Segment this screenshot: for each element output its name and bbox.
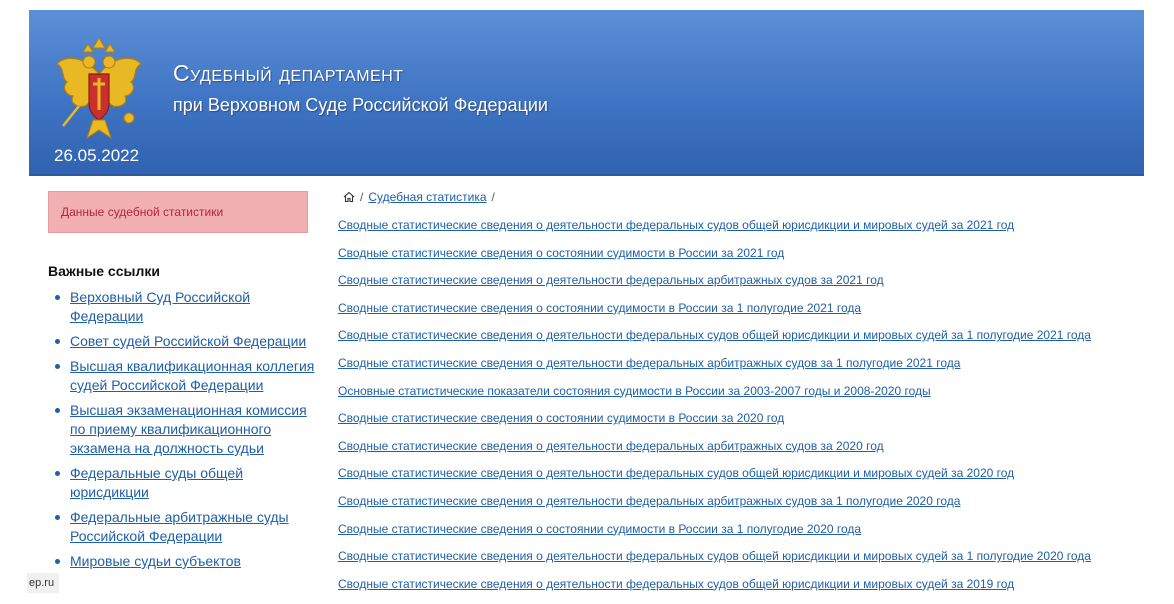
document-link[interactable]: Сводные статистические сведения о деятел… [338,549,1091,563]
link-supreme-court[interactable]: Верховный Суд Российской Федерации [70,289,250,324]
document-link[interactable]: Сводные статистические сведения о деятел… [338,466,1014,480]
breadcrumb: / Судебная статистика / [343,190,500,204]
document-link[interactable]: Сводные статистические сведения о деятел… [338,273,884,287]
coat-of-arms-icon[interactable] [53,34,145,144]
breadcrumb-separator: / [491,190,495,204]
list-item: Сводные статистические сведения о деятел… [338,439,1091,467]
list-item: Сводные статистические сведения о состоя… [338,522,1091,550]
list-item: Основные статистические показатели состо… [338,384,1091,412]
site-subtitle[interactable]: при Верховном Суде Российской Федерации [173,95,548,116]
list-item: Высшая экзаменационная комиссия по прием… [48,401,318,458]
site-header: 26.05.2022 Судебный департамент при Верх… [29,10,1144,176]
current-date: 26.05.2022 [54,146,140,165]
list-item: Сводные статистические сведения о деятел… [338,218,1091,246]
link-exam-commission[interactable]: Высшая экзаменационная комиссия по прием… [70,402,307,456]
home-icon[interactable] [343,191,355,203]
document-link[interactable]: Основные статистические показатели состо… [338,384,931,398]
link-council-of-judges[interactable]: Совет судей Российской Федерации [70,333,306,349]
document-link[interactable]: Сводные статистические сведения о состоя… [338,301,861,315]
important-links-list: Верховный Суд Российской Федерации Совет… [48,288,318,577]
document-link[interactable]: Сводные статистические сведения о деятел… [338,356,960,370]
bullet-icon [55,364,60,369]
bullet-icon [55,295,60,300]
list-item: Сводные статистические сведения о состоя… [338,411,1091,439]
list-item: Сводные статистические сведения о деятел… [338,549,1091,577]
link-general-courts[interactable]: Федеральные суды общей юрисдикции [70,465,243,500]
breadcrumb-separator: / [360,190,364,204]
list-item: Сводные статистические сведения о деятел… [338,273,1091,301]
document-link[interactable]: Сводные статистические сведения о деятел… [338,577,1014,591]
list-item: Сводные статистические сведения о состоя… [338,301,1091,329]
list-item: Сводные статистические сведения о деятел… [338,356,1091,384]
list-item: Высшая квалификационная коллегия судей Р… [48,357,318,395]
document-link[interactable]: Сводные статистические сведения о состоя… [338,411,784,425]
link-magistrates[interactable]: Мировые судьи субъектов [70,553,241,569]
document-link[interactable]: Сводные статистические сведения о деятел… [338,494,960,508]
bullet-icon [55,408,60,413]
list-item: Федеральные суды общей юрисдикции [48,464,318,502]
list-item: Сводные статистические сведения о состоя… [338,246,1091,274]
list-item: Совет судей Российской Федерации [48,332,318,351]
bullet-icon [55,559,60,564]
document-link[interactable]: Сводные статистические сведения о деятел… [338,218,1014,232]
bullet-icon [55,471,60,476]
list-item: Сводные статистические сведения о деятел… [338,494,1091,522]
list-item: Верховный Суд Российской Федерации [48,288,318,326]
link-qualification-collegium[interactable]: Высшая квалификационная коллегия судей Р… [70,358,314,393]
breadcrumb-statistics[interactable]: Судебная статистика [368,190,486,204]
document-link[interactable]: Сводные статистические сведения о состоя… [338,246,784,260]
link-arbitration-courts[interactable]: Федеральные арбитражные суды Российской … [70,509,289,544]
bullet-icon [55,515,60,520]
important-links-heading: Важные ссылки [48,263,160,279]
site-title[interactable]: Судебный департамент [173,60,404,87]
list-item: Федеральные арбитражные суды Российской … [48,508,318,546]
list-item: Сводные статистические сведения о деятел… [338,328,1091,356]
document-link[interactable]: Сводные статистические сведения о деятел… [338,328,1091,342]
watermark: ep.ru [27,573,59,593]
list-item: Сводные статистические сведения о деятел… [338,466,1091,494]
document-link[interactable]: Сводные статистические сведения о деятел… [338,439,884,453]
list-item: Сводные статистические сведения о деятел… [338,577,1091,604]
bullet-icon [55,339,60,344]
document-link[interactable]: Сводные статистические сведения о состоя… [338,522,861,536]
list-item: Мировые судьи субъектов [48,552,318,571]
documents-list: Сводные статистические сведения о деятел… [338,218,1091,604]
judicial-statistics-button[interactable]: Данные судебной статистики [48,191,308,233]
